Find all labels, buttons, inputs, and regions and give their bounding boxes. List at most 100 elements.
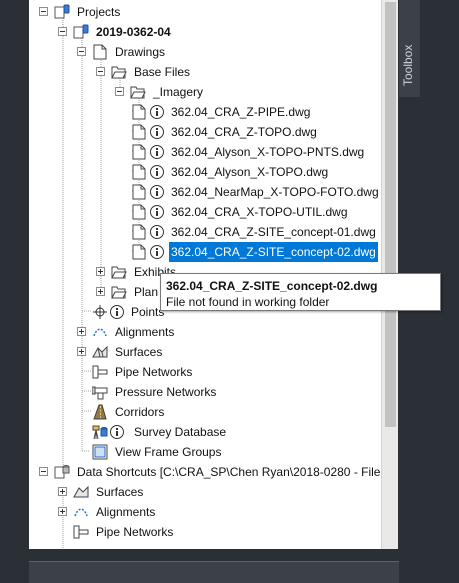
info-icon: [149, 144, 165, 160]
tree-node-imagery[interactable]: _Imagery: [29, 82, 381, 102]
info-icon: [149, 104, 165, 120]
open-folder-icon: [130, 84, 146, 100]
tree-node-view-frame-groups[interactable]: View Frame Groups: [29, 442, 381, 462]
tree-node-file[interactable]: 362.04_Alyson_X-TOPO-PNTS.dwg: [29, 142, 381, 162]
tree-node-pressure-networks[interactable]: Pressure Networks: [29, 382, 381, 402]
info-icon: [109, 424, 125, 440]
collapse-toggle[interactable]: [58, 27, 67, 36]
tree-node-ds-alignments[interactable]: Alignments: [29, 502, 381, 522]
collapse-toggle[interactable]: [77, 47, 86, 56]
view-frame-icon: [92, 444, 108, 460]
tree-label-projects: Projects: [77, 5, 121, 19]
tree-label-file: 362.04_CRA_Z-TOPO.dwg: [171, 125, 317, 139]
tree-node-file[interactable]: 362.04_CRA_Z-TOPO.dwg: [29, 122, 381, 142]
tree-label-pressure-networks: Pressure Networks: [115, 385, 217, 399]
scrollbar-thumb[interactable]: [385, 2, 396, 427]
tree-node-ds-pipe-networks[interactable]: Pipe Networks: [29, 522, 381, 542]
tree-label-view-frame-groups: View Frame Groups: [115, 445, 222, 459]
survey-database-icon: [92, 424, 108, 440]
tree-label-project: 2019-0362-04: [96, 25, 171, 39]
tree-label-file: 362.04_CRA_Z-SITE_concept-01.dwg: [171, 225, 376, 239]
drawing-file-icon: [131, 244, 147, 260]
collapse-toggle[interactable]: [96, 67, 105, 76]
tree-node-file-selected[interactable]: 362.04_CRA_Z-SITE_concept-02.dwg: [29, 242, 381, 262]
tree-node-pipe-networks[interactable]: Pipe Networks: [29, 362, 381, 382]
file-status-tooltip: 362.04_CRA_Z-SITE_concept-02.dwg File no…: [160, 273, 441, 311]
corridor-icon: [92, 404, 108, 420]
tree-label-file: 362.04_Alyson_X-TOPO.dwg: [171, 165, 329, 179]
tree-node-file[interactable]: 362.04_CRA_X-TOPO-UTIL.dwg: [29, 202, 381, 222]
tree-node-corridors[interactable]: Corridors: [29, 402, 381, 422]
expand-toggle[interactable]: [96, 287, 105, 296]
tooltip-title: 362.04_CRA_Z-SITE_concept-02.dwg: [166, 279, 378, 293]
expand-toggle[interactable]: [77, 347, 86, 356]
info-icon: [149, 124, 165, 140]
alignment-icon: [73, 504, 89, 520]
tree-label-drawings: Drawings: [115, 45, 166, 59]
tree-node-base-files[interactable]: Base Files: [29, 62, 381, 82]
tree-label-survey-database: Survey Database: [134, 425, 227, 439]
tooltip-message: File not found in working folder: [166, 295, 330, 309]
tree-label-pipe-networks: Pipe Networks: [115, 365, 193, 379]
tree-label-file: 362.04_CRA_Z-PIPE.dwg: [171, 105, 311, 119]
drawing-file-icon: [131, 124, 147, 140]
pressure-network-icon: [91, 384, 108, 400]
surface-icon: [92, 344, 108, 360]
drawing-file-icon: [131, 204, 147, 220]
tree-node-alignments[interactable]: Alignments: [29, 322, 381, 342]
info-icon: [149, 184, 165, 200]
tree-label-imagery: _Imagery: [153, 85, 204, 99]
drawing-file-icon: [131, 224, 147, 240]
bottom-panel-bar: [29, 561, 399, 583]
surface-icon: [73, 484, 89, 500]
tree-node-project[interactable]: 2019-0362-04: [29, 22, 381, 42]
collapse-toggle[interactable]: [39, 7, 48, 16]
expand-toggle[interactable]: [58, 487, 67, 496]
tree-label-file: 362.04_CRA_Z-SITE_concept-02.dwg: [169, 242, 378, 262]
open-folder-icon: [111, 284, 127, 300]
info-icon: [149, 204, 165, 220]
drawing-file-icon: [131, 184, 147, 200]
tree-node-file[interactable]: 362.04_NearMap_X-TOPO-FOTO.dwg: [29, 182, 381, 202]
collapse-toggle[interactable]: [39, 467, 48, 476]
tree-node-projects[interactable]: Projects: [29, 2, 381, 22]
tree-node-data-shortcuts[interactable]: Data Shortcuts [C:\CRA_SP\Chen Ryan\2018…: [29, 462, 381, 482]
tree-label-plans: Plan: [134, 285, 159, 299]
tree-label-file: 362.04_Alyson_X-TOPO-PNTS.dwg: [171, 145, 365, 159]
drawing-file-icon: [131, 144, 147, 160]
info-icon: [149, 244, 165, 260]
tree-label-surfaces: Surfaces: [115, 345, 163, 359]
info-icon: [109, 304, 125, 320]
drawing-file-icon: [131, 104, 147, 120]
tree-node-survey-database[interactable]: Survey Database: [29, 422, 381, 442]
data-shortcuts-icon: [54, 464, 70, 480]
tree-label-alignments: Alignments: [115, 325, 175, 339]
expand-toggle[interactable]: [96, 267, 105, 276]
tree-node-surfaces[interactable]: Surfaces: [29, 342, 381, 362]
drawing-file-icon: [131, 164, 147, 180]
open-folder-icon: [111, 64, 127, 80]
tree-label-corridors: Corridors: [115, 405, 165, 419]
tree-label-file: 362.04_NearMap_X-TOPO-FOTO.dwg: [171, 185, 379, 199]
tree-node-file[interactable]: 362.04_CRA_Z-SITE_concept-01.dwg: [29, 222, 381, 242]
drawing-file-icon: [92, 44, 108, 60]
collapse-toggle[interactable]: [115, 87, 124, 96]
pipe-network-icon: [73, 524, 89, 540]
points-icon: [92, 304, 108, 320]
project-database-icon: [73, 24, 89, 40]
tree-label-ds-pipe-networks: Pipe Networks: [96, 525, 174, 539]
info-icon: [149, 224, 165, 240]
open-folder-icon: [111, 264, 127, 280]
tree-node-file[interactable]: 362.04_Alyson_X-TOPO.dwg: [29, 162, 381, 182]
tree-node-file[interactable]: 362.04_CRA_Z-PIPE.dwg: [29, 102, 381, 122]
expand-toggle[interactable]: [77, 327, 86, 336]
expand-toggle[interactable]: [58, 507, 67, 516]
tree-label-ds-alignments: Alignments: [96, 505, 156, 519]
projects-folder-icon: [54, 4, 70, 20]
tree-node-ds-surfaces[interactable]: Surfaces: [29, 482, 381, 502]
alignment-icon: [92, 324, 108, 340]
toolbox-tab-label: Toolbox: [401, 45, 415, 86]
tree-node-drawings[interactable]: Drawings: [29, 42, 381, 62]
tree-label-base-files: Base Files: [134, 65, 191, 79]
tree-label-data-shortcuts: Data Shortcuts [C:\CRA_SP\Chen Ryan\2018…: [77, 465, 381, 479]
